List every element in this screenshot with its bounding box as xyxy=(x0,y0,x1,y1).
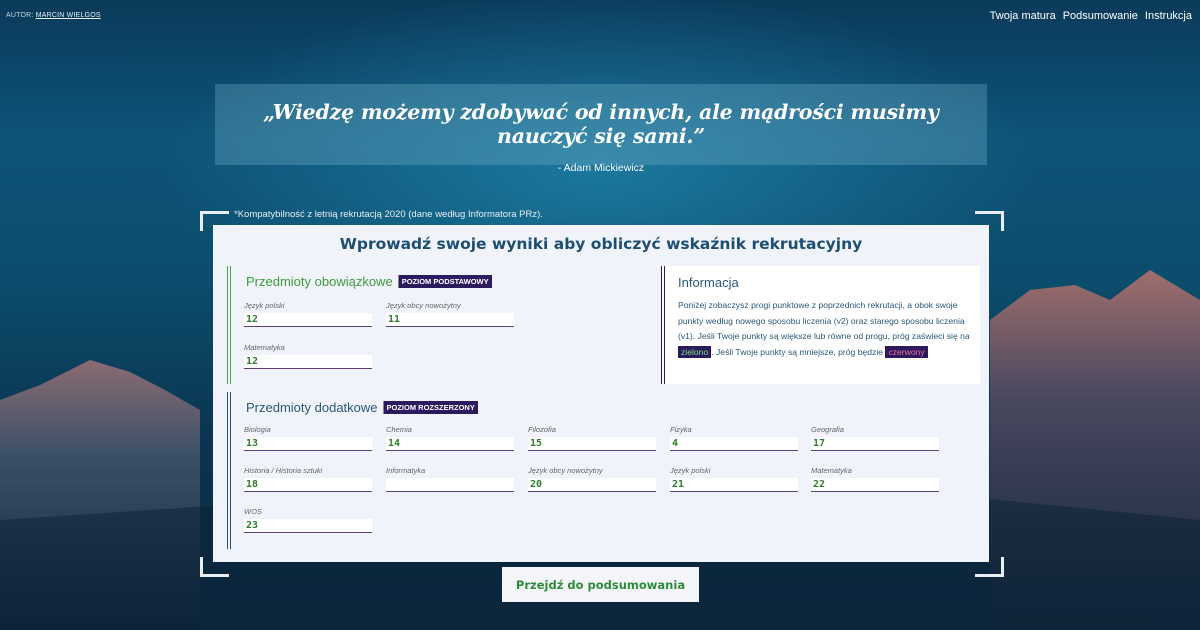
top-navigation: Twoja matura Podsumowanie Instrukcja xyxy=(990,10,1192,22)
field-label: Język obcy nowożytny xyxy=(528,466,603,475)
compatibility-note: *Kompatybilność z letnią rekrutacją 2020… xyxy=(234,209,543,220)
author-prefix: AUTOR: xyxy=(6,12,34,19)
field-label: Geografia xyxy=(811,425,844,434)
nav-instrukcja[interactable]: Instrukcja xyxy=(1145,10,1192,22)
field-label: Matematyka xyxy=(811,466,852,475)
info-text-part-1: Poniżej zobaczysz progi punktowe z poprz… xyxy=(678,300,970,341)
score-input-matematyka[interactable]: 12 xyxy=(244,355,372,369)
nav-twoja-matura[interactable]: Twoja matura xyxy=(990,10,1056,22)
field-fizyka: Fizyka 4 xyxy=(670,425,798,451)
score-input-filozofia[interactable]: 15 xyxy=(528,437,656,451)
info-title: Informacja xyxy=(678,275,739,290)
info-text-part-2: . Jeśli Twoje punkty są mniejsze, próg b… xyxy=(711,346,884,357)
field-geografia: Geografia 17 xyxy=(811,425,939,451)
score-input-historia[interactable]: 18 xyxy=(244,478,372,492)
field-matematyka-rozszerzona: Matematyka 22 xyxy=(811,466,939,492)
field-label: Matematyka xyxy=(244,343,285,352)
highlight-red: czerwony xyxy=(885,345,928,358)
quote-author: - Adam Mickiewicz xyxy=(557,162,645,174)
mandatory-section-title: Przedmioty obowiązkowe xyxy=(246,274,393,289)
field-label: Informatyka xyxy=(386,466,426,475)
field-jezyk-obcy: Język obcy nowożytny 11 xyxy=(386,301,514,327)
field-jezyk-polski: Język polski 12 xyxy=(244,301,372,327)
field-label: Język polski xyxy=(244,301,285,310)
information-box: Informacja Poniżej zobaczysz progi punkt… xyxy=(661,266,980,384)
score-input-jezyk-polski-rozszerzony[interactable]: 21 xyxy=(670,478,798,492)
go-to-summary-button[interactable]: Przejdź do podsumowania xyxy=(502,567,699,602)
extra-section-header: Przedmioty dodatkowe POZIOM ROZSZERZONY xyxy=(246,400,478,415)
field-historia: Historia / Historia sztuki 18 xyxy=(244,466,372,492)
field-label: Filozofia xyxy=(528,425,556,434)
score-input-fizyka[interactable]: 4 xyxy=(670,437,798,451)
score-input-chemia[interactable]: 14 xyxy=(386,437,514,451)
quote-box: „Wiedzę możemy zdobywać od innych, ale m… xyxy=(215,84,987,174)
score-input-jezyk-obcy[interactable]: 11 xyxy=(386,313,514,327)
field-wos: WOS 23 xyxy=(244,507,372,533)
author-link[interactable]: MARCIN WIELGOS xyxy=(36,12,101,19)
extra-subjects-section: Przedmioty dodatkowe POZIOM ROZSZERZONY … xyxy=(227,392,979,549)
level-badge-extended: POZIOM ROZSZERZONY xyxy=(382,401,478,414)
author-credit: AUTOR: MARCIN WIELGOS xyxy=(6,12,101,19)
nav-podsumowanie[interactable]: Podsumowanie xyxy=(1063,10,1138,22)
field-label: Chemia xyxy=(386,425,412,434)
level-badge-basic: POZIOM PODSTAWOWY xyxy=(397,275,492,288)
field-jezyk-obcy-rozszerzony: Język obcy nowożytny 20 xyxy=(528,466,656,492)
field-label: Biologia xyxy=(244,425,271,434)
field-label: Historia / Historia sztuki xyxy=(244,466,323,475)
field-chemia: Chemia 14 xyxy=(386,425,514,451)
info-text: Poniżej zobaczysz progi punktowe z poprz… xyxy=(678,298,970,360)
field-label: Fizyka xyxy=(670,425,692,434)
score-input-geografia[interactable]: 17 xyxy=(811,437,939,451)
score-input-biologia[interactable]: 13 xyxy=(244,437,372,451)
mandatory-section-header: Przedmioty obowiązkowe POZIOM PODSTAWOWY xyxy=(246,274,492,289)
score-input-wos[interactable]: 23 xyxy=(244,519,372,533)
score-input-informatyka[interactable] xyxy=(386,478,514,492)
field-label: Język obcy nowożytny xyxy=(386,301,461,310)
field-biologia: Biologia 13 xyxy=(244,425,372,451)
score-input-matematyka-rozszerzona[interactable]: 22 xyxy=(811,478,939,492)
highlight-green: zielono xyxy=(678,345,712,358)
field-label: Język polski xyxy=(670,466,711,475)
quote-text: „Wiedzę możemy zdobywać od innych, ale m… xyxy=(263,100,939,148)
field-label: WOS xyxy=(244,507,262,516)
mandatory-subjects-section: Przedmioty obowiązkowe POZIOM PODSTAWOWY… xyxy=(227,266,656,384)
form-title: Wprowadź swoje wyniki aby obliczyć wskaź… xyxy=(339,235,863,253)
field-matematyka: Matematyka 12 xyxy=(244,343,372,369)
results-form-panel: Wprowadź swoje wyniki aby obliczyć wskaź… xyxy=(213,225,989,562)
score-input-jezyk-polski[interactable]: 12 xyxy=(244,313,372,327)
field-jezyk-polski-rozszerzony: Język polski 21 xyxy=(670,466,798,492)
score-input-jezyk-obcy-rozszerzony[interactable]: 20 xyxy=(528,478,656,492)
field-informatyka: Informatyka xyxy=(386,466,514,492)
extra-section-title: Przedmioty dodatkowe xyxy=(246,400,378,415)
field-filozofia: Filozofia 15 xyxy=(528,425,656,451)
